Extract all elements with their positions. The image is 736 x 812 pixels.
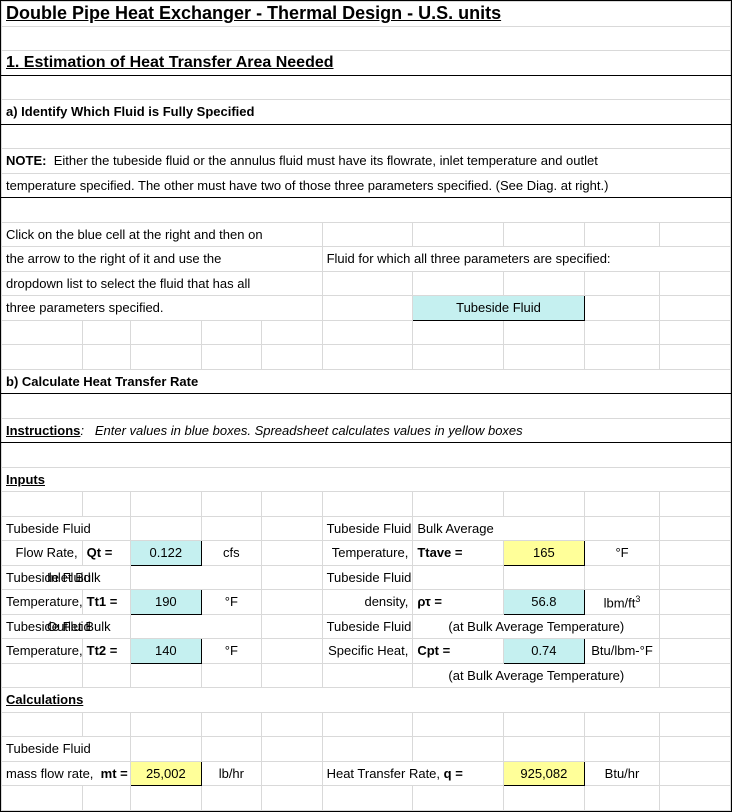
unit-btuhr: Btu/hr	[584, 761, 660, 786]
label-outlet-bulk: Outlet Bulk	[131, 614, 262, 639]
subsection-a-heading: a) Identify Which Fluid is Fully Specifi…	[2, 100, 731, 125]
unit-btulbmF: Btu/lbm-°F	[584, 639, 660, 664]
unit-degF-tt2: °F	[201, 639, 261, 664]
label-tubeside-fluid-r2: Tubeside Fluid	[322, 565, 413, 590]
unit-degF-tt1: °F	[201, 590, 261, 615]
note-line-2: temperature specified. The other must ha…	[2, 173, 731, 198]
sym-qt: Qt =	[82, 541, 130, 566]
output-ttave: 165	[504, 541, 585, 566]
page-title: Double Pipe Heat Exchanger - Thermal Des…	[2, 2, 731, 27]
inputs-heading: Inputs	[2, 467, 731, 492]
dropdown-hint-2: the arrow to the right of it and use the	[2, 247, 323, 272]
fluid-select[interactable]: Tubeside Fluid	[413, 296, 584, 321]
sym-rhot: ρτ =	[413, 590, 504, 615]
calculations-heading: Calculations	[2, 688, 731, 713]
unit-cfs: cfs	[201, 541, 261, 566]
unit-lbhr: lb/hr	[201, 761, 261, 786]
sym-cpt: Cpt =	[413, 639, 504, 664]
label-tubeside-fluid-4: Tubeside Fluid	[2, 737, 131, 762]
label-heat-transfer-rate: Heat Transfer Rate, q =	[322, 761, 503, 786]
note-line-1: NOTE: Either the tubeside fluid or the a…	[2, 149, 731, 174]
label-temperature-r: Temperature,	[322, 541, 413, 566]
input-cpt[interactable]: 0.74	[504, 639, 585, 664]
input-tt1[interactable]: 190	[131, 590, 202, 615]
label-inlet-bulk: Inlet Bulk	[131, 565, 262, 590]
input-qt[interactable]: 0.122	[131, 541, 202, 566]
subsection-b-heading: b) Calculate Heat Transfer Rate	[2, 369, 731, 394]
output-mt: 25,002	[131, 761, 202, 786]
label-specific-heat: Specific Heat,	[322, 639, 413, 664]
sym-ttave: Ttave =	[413, 541, 504, 566]
sym-tt1: Tt1 =	[82, 590, 130, 615]
label-bulk-average: Bulk Average	[413, 516, 584, 541]
label-atbulk-2: (at Bulk Average Temperature)	[413, 663, 660, 688]
output-q: 925,082	[504, 761, 585, 786]
label-atbulk-1: (at Bulk Average Temperature)	[413, 614, 660, 639]
label-temperature-2: Temperature,	[2, 639, 83, 664]
dropdown-hint-4: three parameters specified.	[2, 296, 323, 321]
dropdown-hint-3: dropdown list to select the fluid that h…	[2, 271, 323, 296]
label-tubeside-fluid-right: Tubeside Fluid	[322, 516, 413, 541]
section-1-heading: 1. Estimation of Heat Transfer Area Need…	[2, 51, 731, 76]
label-temperature-1: Temperature,	[2, 590, 83, 615]
dropdown-hint-1: Click on the blue cell at the right and …	[2, 222, 323, 247]
label-tubeside-fluid: Tubeside Fluid	[2, 516, 131, 541]
unit-lbmft3: lbm/ft3	[584, 590, 660, 615]
unit-degF-ttave: °F	[584, 541, 660, 566]
label-tubeside-fluid-r3: Tubeside Fluid	[322, 614, 413, 639]
instructions: Instructions: Enter values in blue boxes…	[2, 418, 731, 443]
input-tt2[interactable]: 140	[131, 639, 202, 664]
label-density: density,	[322, 590, 413, 615]
input-rhot[interactable]: 56.8	[504, 590, 585, 615]
label-mass-flow: mass flow rate, mt =	[2, 761, 131, 786]
label-flow-rate: Flow Rate,	[2, 541, 83, 566]
fluid-prompt: Fluid for which all three parameters are…	[322, 247, 730, 272]
sym-tt2: Tt2 =	[82, 639, 130, 664]
